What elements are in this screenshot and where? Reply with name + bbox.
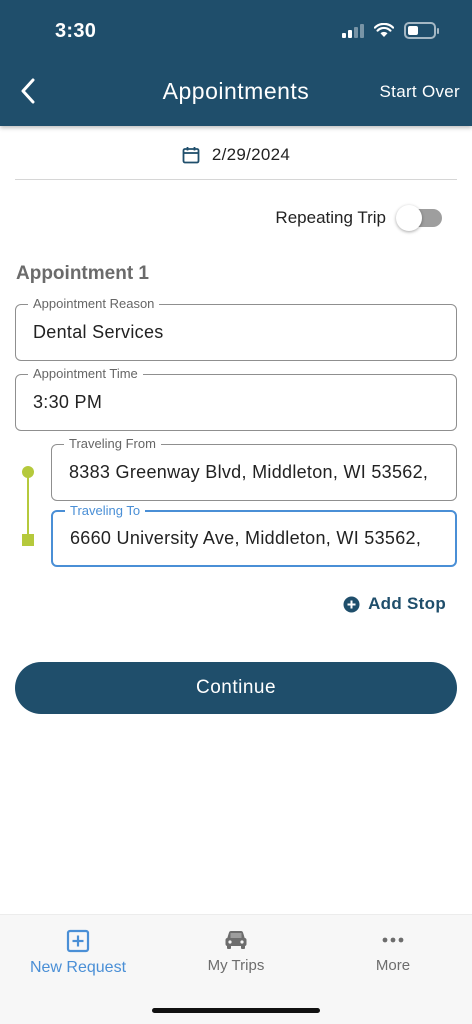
plus-square-icon: [66, 929, 90, 953]
tab-label: More: [375, 957, 411, 974]
tab-label: My Trips: [207, 957, 265, 974]
repeating-trip-label: Repeating Trip: [275, 208, 386, 227]
appointment-reason-field[interactable]: Appointment Reason Dental Services: [15, 296, 457, 361]
appointment-reason-value: Dental Services: [33, 322, 164, 342]
tab-new-request[interactable]: New Request: [3, 929, 153, 977]
traveling-from-field[interactable]: Traveling From 8383 Greenway Blvd, Middl…: [51, 436, 457, 501]
appointment-time-field[interactable]: Appointment Time 3:30 PM: [15, 366, 457, 431]
cellular-signal-icon: [342, 23, 364, 38]
route-line: [27, 472, 29, 538]
date-value: 2/29/2024: [211, 144, 291, 164]
appointment-title: Appointment 1: [16, 263, 149, 284]
date-picker[interactable]: 2/29/2024: [15, 138, 457, 180]
continue-button[interactable]: Continue: [15, 662, 457, 714]
route-end-marker: [22, 534, 34, 546]
start-over-button[interactable]: Start Over: [380, 82, 460, 102]
plus-circle-icon: [343, 596, 360, 612]
status-time: 3:30: [55, 20, 97, 42]
repeating-trip-toggle[interactable]: [396, 205, 442, 231]
calendar-icon: [182, 146, 200, 163]
traveling-to-value: 6660 University Ave, Middleton, WI 53562…: [70, 528, 422, 548]
repeating-trip-row: Repeating Trip: [275, 205, 442, 231]
app-header: 3:30 Appointments Start Over: [0, 0, 472, 126]
status-icons: [342, 22, 439, 39]
car-icon: [225, 931, 247, 949]
tab-label: New Request: [29, 959, 127, 976]
wifi-icon: [374, 23, 394, 37]
add-stop-button[interactable]: Add Stop: [343, 594, 446, 614]
route-start-marker: [22, 466, 34, 478]
traveling-to-field[interactable]: Traveling To 6660 University Ave, Middle…: [51, 503, 457, 567]
tab-my-trips[interactable]: My Trips: [161, 929, 311, 974]
tab-more[interactable]: More: [318, 929, 468, 974]
traveling-from-value: 8383 Greenway Blvd, Middleton, WI 53562,: [69, 462, 429, 482]
battery-icon: [404, 22, 439, 39]
home-indicator: [152, 1008, 320, 1013]
more-dots-icon: [382, 937, 404, 943]
add-stop-label: Add Stop: [368, 594, 446, 613]
appointment-time-value: 3:30 PM: [33, 392, 103, 412]
